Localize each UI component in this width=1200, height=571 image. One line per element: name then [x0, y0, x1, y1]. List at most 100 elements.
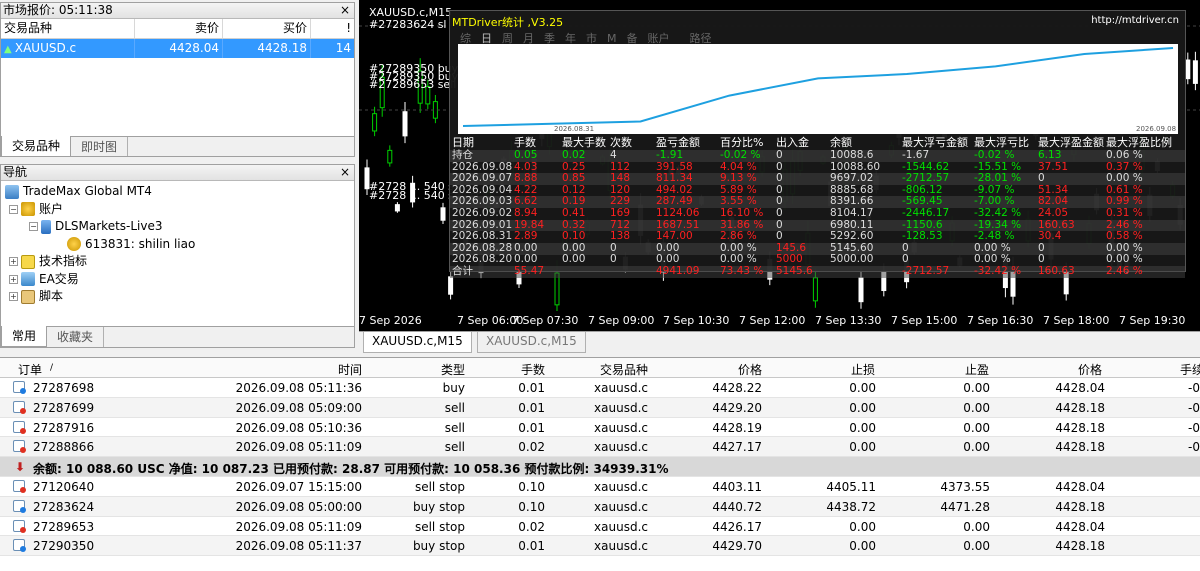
order-row[interactable]: 27283624 2026.09.08 05:00:00 buy stop 0.10 x…: [0, 496, 1200, 517]
equity-curve-plot: [458, 44, 1178, 134]
stats-cell: 4.22: [514, 183, 538, 196]
stats-cell: 2026.09.07: [452, 172, 513, 185]
order-row[interactable]: 27120640 2026.09.07 15:15:00 sell stop 0.10…: [0, 477, 1200, 497]
stats-cell: 0: [776, 207, 783, 219]
col-header[interactable]: 价格: [1078, 361, 1102, 378]
stats-cell: 0.85: [562, 172, 586, 185]
col-header[interactable]: /: [50, 363, 53, 373]
col-bid[interactable]: 卖价: [134, 19, 222, 38]
stats-cell: 0: [776, 230, 783, 243]
expand-icon[interactable]: +: [9, 274, 18, 284]
order-cell: 27283624: [33, 499, 95, 514]
stats-cell: 5000: [776, 253, 803, 266]
order-cell: 2026.09.07 15:15:00: [235, 479, 362, 494]
stats-cell: 持仓: [452, 149, 473, 161]
order-cell: 2026.09.08 05:11:09: [235, 519, 362, 534]
stats-cell: 6980.11: [830, 218, 874, 231]
candle-body: [394, 204, 400, 212]
order-cell: xauusd.c: [594, 519, 648, 534]
chart-tab-active[interactable]: XAUUSD.c,M15: [363, 332, 472, 353]
stats-cell: 0.00: [656, 253, 680, 266]
order-cell: sell: [444, 440, 465, 455]
tab-favorites[interactable]: 收藏夹: [47, 327, 105, 347]
stats-cell: -19.34 %: [974, 218, 1022, 231]
indicator-icon: [21, 254, 35, 269]
col-header[interactable]: 手数: [521, 361, 545, 378]
expand-icon[interactable]: +: [9, 257, 18, 266]
tab-common[interactable]: 常用: [1, 326, 48, 347]
stats-cell: 4: [610, 149, 617, 161]
stats-col-header: 百分比%: [720, 136, 764, 149]
tree-experts[interactable]: + EA交易: [1, 271, 354, 289]
order-cell: xauusd.c: [594, 420, 648, 435]
col-header[interactable]: 订单: [18, 361, 42, 378]
order-cell: xauusd.c: [594, 440, 648, 455]
order-cell: 0.00: [849, 440, 876, 455]
col-header[interactable]: 价格: [738, 361, 762, 378]
tab-symbols[interactable]: 交易品种: [1, 136, 72, 156]
stats-cell: 0.99 %: [1106, 195, 1143, 208]
order-cell: 4373.55: [940, 479, 990, 494]
stats-cell: 2.86 %: [720, 230, 757, 243]
col-header[interactable]: 止损: [851, 361, 875, 378]
collapse-icon[interactable]: −: [9, 204, 18, 214]
col-spread[interactable]: !: [310, 19, 354, 38]
server-icon: [41, 219, 51, 234]
stats-cell: 10088.6: [830, 149, 874, 161]
stats-col-header: 最大浮盈比例: [1106, 136, 1172, 149]
col-ask[interactable]: 买价: [222, 19, 310, 38]
stats-cell: 0.37 %: [1106, 160, 1143, 173]
stats-url[interactable]: http://mtdriver.cn: [1091, 15, 1179, 26]
tab-tick-chart[interactable]: 即时图: [71, 137, 129, 156]
col-header[interactable]: 时间: [338, 361, 362, 378]
col-header[interactable]: 止盈: [965, 361, 989, 378]
col-header[interactable]: 手续: [1180, 361, 1200, 378]
tree-account[interactable]: 613831: shilin liao: [1, 236, 354, 254]
stats-cell: 0.00 %: [1106, 172, 1143, 185]
sell-order-icon: [13, 440, 26, 454]
col-header[interactable]: 交易品种: [600, 361, 648, 378]
order-cell: 2026.09.08 05:10:36: [235, 420, 362, 435]
order-row[interactable]: 27287699 2026.09.08 05:09:00 sell 0.01 xauus…: [0, 397, 1200, 418]
order-cell: xauusd.c: [594, 539, 648, 554]
tree-indicators[interactable]: + 技术指标: [1, 253, 354, 271]
stats-row: 2026.09.07 8.88 0.85 148 811.34 9.13 % 0 9697.0…: [450, 173, 1185, 185]
price-chart[interactable]: XAUUSD.c,M15 #27283624 sl #27289350 buy …: [359, 0, 1200, 331]
chart-tab[interactable]: XAUUSD.c,M15: [477, 332, 586, 353]
col-symbol[interactable]: 交易品种: [1, 19, 134, 38]
tree-scripts[interactable]: + 脚本: [1, 288, 354, 306]
stats-cell: 0.06 %: [1106, 149, 1143, 161]
tree-accounts[interactable]: − 账户: [1, 201, 354, 219]
order-cell: 4428.04: [1055, 381, 1105, 395]
order-cell: 2026.09.08 05:11:37: [235, 539, 362, 554]
tree-server[interactable]: − DLSMarkets-Live3: [1, 218, 354, 236]
stats-cell: -2.48 %: [974, 230, 1015, 243]
order-row[interactable]: 27287698 2026.09.08 05:11:36 buy 0.01 xauusd…: [0, 378, 1200, 398]
stats-row: 2026.08.28 0.00 0.00 0 0.00 0.00 % 145.6 5145.6…: [450, 242, 1185, 255]
stats-cell: 2026.09.02: [452, 207, 513, 219]
stats-cell: 0: [776, 195, 783, 208]
stats-cell: 0.58 %: [1106, 230, 1143, 243]
time-tick: 7 Sep 07:30: [512, 314, 579, 327]
stats-cell: -32.42 %: [974, 207, 1022, 219]
stats-cell: 10088.60: [830, 160, 881, 173]
symbol-row[interactable]: ▲ XAUUSD.c 4428.04 4428.18 14: [1, 39, 354, 58]
order-row[interactable]: 27288866 2026.09.08 05:11:09 sell 0.02 xauus…: [0, 437, 1200, 458]
stats-cell: 55.47: [514, 265, 545, 277]
tree-root[interactable]: TradeMax Global MT4: [1, 183, 354, 201]
order-cell: 0.00: [963, 381, 990, 395]
order-row[interactable]: 27287916 2026.09.08 05:10:36 sell 0.01 xauus…: [0, 418, 1200, 438]
stats-cell: 0: [776, 183, 783, 196]
expand-icon[interactable]: +: [9, 292, 18, 301]
order-row[interactable]: 27289653 2026.09.08 05:11:09 sell stop 0.02…: [0, 517, 1200, 537]
time-tick: 7 Sep 10:30: [663, 314, 730, 327]
close-icon[interactable]: ×: [340, 3, 350, 18]
order-cell: 0.00: [963, 420, 990, 435]
stats-cell: -28.01 %: [974, 172, 1022, 185]
stats-cell: 8.88: [514, 172, 538, 185]
order-row[interactable]: 27290350 2026.09.08 05:11:37 buy stop 0.01 x…: [0, 536, 1200, 557]
market-watch-panel: 市场报价: 05:11:38 × 交易品种 卖价 买价 ! ▲ XAUUSD.c …: [0, 2, 355, 157]
col-header[interactable]: 类型: [441, 361, 465, 378]
close-icon[interactable]: ×: [340, 165, 350, 180]
collapse-icon[interactable]: −: [29, 222, 38, 231]
